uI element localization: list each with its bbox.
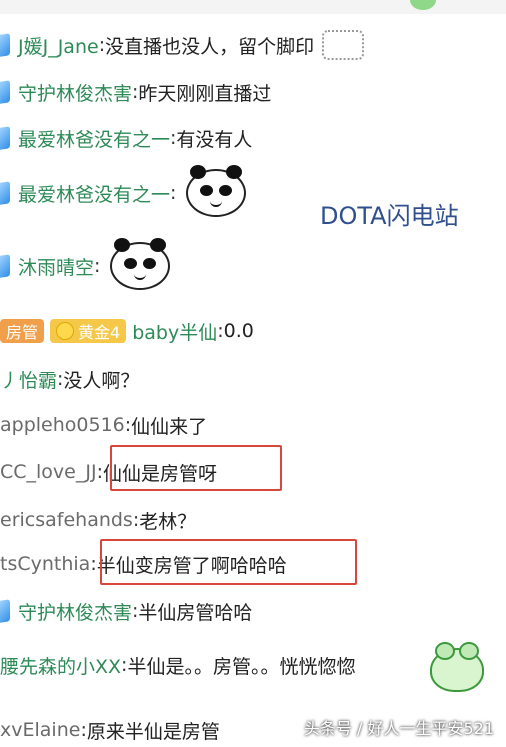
room-manager-badge: 房管 xyxy=(0,319,45,343)
username[interactable]: J媛J_Jane xyxy=(18,32,99,59)
chat-message: 腰先森的小XX : 半仙是。。房管。。恍恍惚惚 xyxy=(0,648,355,682)
panda-emoticon-icon xyxy=(110,238,171,290)
sticker-icon xyxy=(322,30,365,60)
fan-badge-icon xyxy=(0,254,10,278)
panda-emoticon-icon xyxy=(186,165,247,217)
username[interactable]: baby半仙 xyxy=(132,318,217,345)
username[interactable]: 丿怡霸 xyxy=(0,366,57,393)
gold-level-label: 黄金4 xyxy=(78,323,121,342)
username[interactable]: 最爱林爸没有之一 xyxy=(18,125,170,152)
message-text: 老林？ xyxy=(139,510,197,533)
gold-level-badge: 黄金4 xyxy=(50,319,127,343)
highlight-box xyxy=(110,445,282,491)
site-watermark: DOTA闪电站 xyxy=(320,202,459,230)
message-text: 原来半仙是房管 xyxy=(86,720,220,743)
message-text: 仙仙来了 xyxy=(131,415,208,438)
message-text: 0.0 xyxy=(223,320,254,342)
username[interactable]: tsCynthia xyxy=(0,553,90,575)
top-strip xyxy=(0,0,506,14)
chat-message: J媛J_Jane : 没直播也没人，留个脚印 xyxy=(0,28,365,62)
username[interactable]: 守护林俊杰害 xyxy=(18,79,132,106)
fan-badge-icon xyxy=(0,599,10,623)
message-text: 昨天刚刚直播过 xyxy=(138,82,272,105)
username[interactable]: 沐雨晴空 xyxy=(18,253,94,280)
username[interactable]: 最爱林爸没有之一 xyxy=(18,180,170,207)
separator: : xyxy=(170,182,177,204)
username[interactable]: 腰先森的小XX xyxy=(0,652,121,679)
chat-message: appleho0516 : 仙仙来了 xyxy=(0,408,207,442)
username[interactable]: xvElaine xyxy=(0,719,80,741)
fan-badge-icon xyxy=(0,33,10,57)
smiley-icon xyxy=(56,322,75,340)
message-text: 没人啊？ xyxy=(63,369,140,392)
chat-message: xvElaine : 原来半仙是房管 xyxy=(0,713,220,747)
chat-message: 守护林俊杰害 : 昨天刚刚直播过 xyxy=(0,75,271,109)
message-text: 半仙是。。房管。。恍恍惚惚 xyxy=(127,655,356,678)
message-text: 半仙房管哈哈 xyxy=(138,601,253,624)
message-text: 有没有人 xyxy=(176,128,253,151)
frog-emoticon-icon xyxy=(430,642,484,692)
fan-badge-icon xyxy=(0,126,10,150)
emoticon-partial xyxy=(410,0,436,10)
username[interactable]: CC_love_JJ xyxy=(0,461,97,483)
username[interactable]: 守护林俊杰害 xyxy=(18,598,132,625)
chat-message: 最爱林爸没有之一 : xyxy=(0,165,247,217)
message-text: 没直播也没人，留个脚印 xyxy=(105,35,315,58)
separator: : xyxy=(94,255,101,277)
highlight-box xyxy=(100,539,357,585)
fan-badge-icon xyxy=(0,181,10,205)
username[interactable]: appleho0516 xyxy=(0,414,125,436)
fan-badge-icon xyxy=(0,80,10,104)
chat-message: ericsafehands : 老林？ xyxy=(0,503,196,537)
chat-message: 最爱林爸没有之一 : 有没有人 xyxy=(0,121,252,155)
chat-message: 沐雨晴空 : xyxy=(0,238,171,290)
chat-message: 丿怡霸 : 没人啊？ xyxy=(0,362,139,396)
chat-message: 守护林俊杰害 : 半仙房管哈哈 xyxy=(0,594,252,628)
chat-message: 房管 黄金4 baby半仙 : 0.0 xyxy=(0,314,254,348)
username[interactable]: ericsafehands xyxy=(0,509,133,531)
footer-watermark: 头条号 / 好人一生平安521 xyxy=(303,719,494,738)
